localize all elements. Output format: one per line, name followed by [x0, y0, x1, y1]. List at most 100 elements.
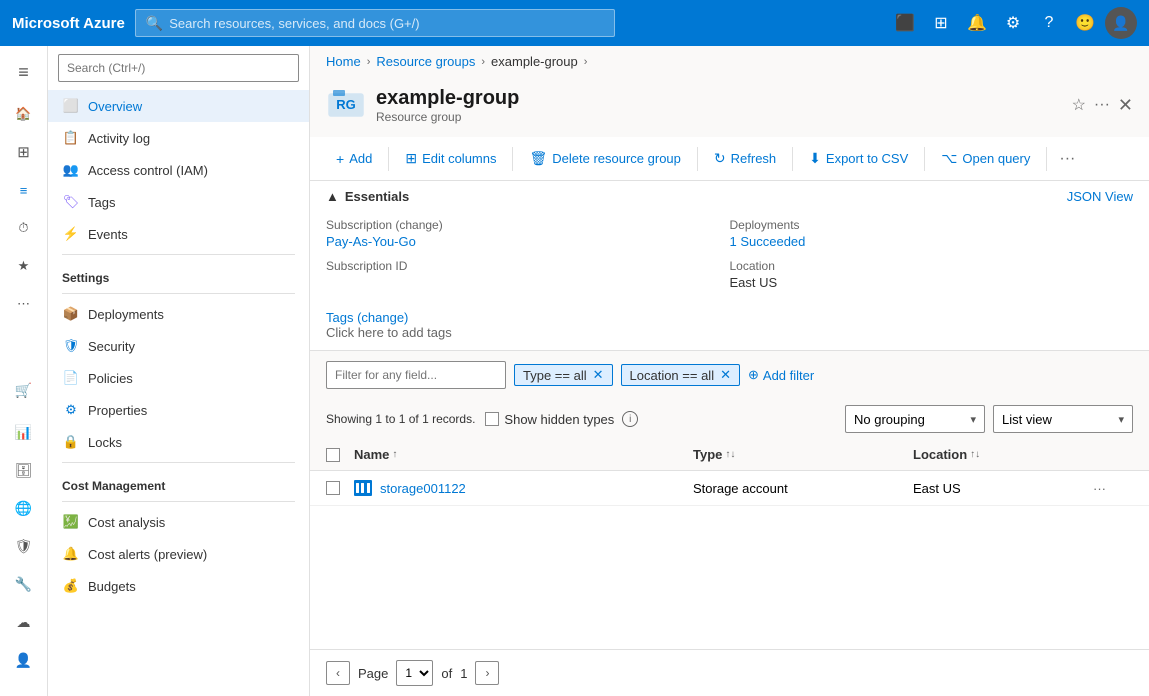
feedback-icon[interactable]: 🙂 — [1069, 7, 1101, 39]
toolbar-more-button[interactable]: ··· — [1053, 146, 1081, 172]
directory-icon[interactable]: ⊞ — [925, 7, 957, 39]
page-subtitle: Resource group — [376, 110, 1062, 124]
nav-item-activity-log[interactable]: 📋 Activity log — [48, 122, 309, 154]
cloud-shell-icon[interactable]: ⬛ — [889, 7, 921, 39]
location-label: Location — [730, 259, 1126, 273]
nav-item-cost-alerts[interactable]: 🔔 Cost alerts (preview) — [48, 538, 309, 570]
type-filter-label: Type == all — [523, 368, 587, 383]
resource-name-1[interactable]: storage001122 — [354, 479, 693, 497]
next-page-button[interactable]: › — [475, 661, 499, 685]
cost-alerts-icon: 🔔 — [62, 545, 80, 563]
pin-icon[interactable]: ☆ — [1072, 95, 1086, 115]
notifications-icon[interactable]: 🔔 — [961, 7, 993, 39]
type-filter-close[interactable]: ✕ — [593, 367, 604, 383]
subscription-value[interactable]: Pay-As-You-Go — [326, 234, 722, 249]
sidebar-item-more[interactable]: ⋯ — [4, 286, 44, 322]
subscription-label: Subscription (change) — [326, 218, 722, 232]
sidebar-item-sql[interactable]: 🗄 — [4, 452, 44, 488]
content-area: Home › Resource groups › example-group ›… — [310, 46, 1149, 696]
breadcrumb-current[interactable]: example-group — [491, 54, 578, 69]
nav-item-cost-analysis[interactable]: 💹 Cost analysis — [48, 506, 309, 538]
nav-divider-2 — [62, 293, 295, 294]
nav-item-deployments[interactable]: 📦 Deployments — [48, 298, 309, 330]
settings-icon[interactable]: ⚙ — [997, 7, 1029, 39]
view-dropdown[interactable]: List view ▾ — [993, 405, 1133, 433]
name-column-header[interactable]: Name ↑ — [354, 447, 693, 462]
nav-search[interactable] — [58, 54, 299, 82]
icon-sidebar: ≡ 🏠 ⊞ ≡ ⏱ ★ ⋯ 🛒 📊 🗄 🌐 — [0, 46, 48, 696]
show-hidden-checkbox[interactable] — [485, 412, 499, 426]
resource-type-1: Storage account — [693, 481, 913, 496]
breadcrumb-home[interactable]: Home — [326, 54, 361, 69]
add-button[interactable]: + Add — [326, 146, 382, 172]
json-view-link[interactable]: JSON View — [1067, 189, 1133, 204]
nav-search-input[interactable] — [58, 54, 299, 82]
location-filter-close[interactable]: ✕ — [720, 367, 731, 383]
storage-account-icon — [354, 479, 372, 497]
locks-icon: 🔒 — [62, 433, 80, 451]
breadcrumb: Home › Resource groups › example-group › — [310, 46, 1149, 77]
sidebar-item-recent[interactable]: ⏱ — [4, 210, 44, 246]
toolbar: + Add ⊞ Edit columns 🗑 Delete resource g… — [310, 137, 1149, 181]
edit-columns-button[interactable]: ⊞ Edit columns — [395, 145, 506, 172]
search-bar[interactable]: 🔍 — [135, 9, 615, 37]
header-checkbox[interactable] — [326, 448, 340, 462]
nav-item-events[interactable]: ⚡ Events — [48, 218, 309, 250]
sidebar-expand-btn[interactable]: ≡ — [4, 54, 44, 90]
page-select[interactable]: 1 — [396, 660, 433, 686]
refresh-button[interactable]: ↻ Refresh — [704, 145, 786, 172]
nav-sidebar: ⬜ Overview 📋 Activity log 👥 Access contr… — [48, 46, 310, 696]
delete-resource-group-button[interactable]: 🗑 Delete resource group — [519, 145, 690, 172]
sidebar-item-bottom1[interactable]: ☁ — [4, 604, 44, 640]
location-column-header[interactable]: Location ↑↓ — [913, 447, 1093, 462]
essentials-subscription-id: Subscription ID — [326, 253, 730, 294]
nav-item-properties[interactable]: ⚙ Properties — [48, 394, 309, 426]
nav-item-iam[interactable]: 👥 Access control (IAM) — [48, 154, 309, 186]
sidebar-item-resources[interactable]: ≡ — [4, 172, 44, 208]
nav-divider-3 — [62, 462, 295, 463]
user-avatar[interactable]: 👤 — [1105, 7, 1137, 39]
sidebar-item-devops[interactable]: 🔧 — [4, 566, 44, 602]
grouping-chevron-icon: ▾ — [970, 413, 976, 426]
sidebar-item-marketplace[interactable]: 🛒 — [4, 372, 44, 408]
breadcrumb-resource-groups[interactable]: Resource groups — [376, 54, 475, 69]
deployments-label: Deployments — [730, 218, 1126, 232]
nav-item-budgets[interactable]: 💰 Budgets — [48, 570, 309, 602]
export-icon: ⬇ — [809, 150, 821, 167]
nav-item-locks[interactable]: 🔒 Locks — [48, 426, 309, 458]
of-label: of — [441, 666, 452, 681]
close-icon[interactable]: ✕ — [1118, 96, 1133, 114]
add-tags-link[interactable]: Click here to add tags — [326, 325, 452, 340]
nav-item-overview[interactable]: ⬜ Overview — [48, 90, 309, 122]
row-more-button-1[interactable]: ··· — [1093, 481, 1133, 496]
grouping-dropdown[interactable]: No grouping ▾ — [845, 405, 985, 433]
page-header: RG example-group Resource group ☆ ··· ✕ — [310, 77, 1149, 137]
export-csv-button[interactable]: ⬇ Export to CSV — [799, 145, 918, 172]
search-input[interactable] — [169, 16, 604, 31]
deployments-value[interactable]: 1 Succeeded — [730, 234, 1126, 249]
sidebar-item-dashboard[interactable]: ⊞ — [4, 134, 44, 170]
location-sort-icon: ↑↓ — [970, 449, 980, 460]
sidebar-item-security2[interactable]: 🛡 — [4, 528, 44, 564]
nav-item-policies[interactable]: 📄 Policies — [48, 362, 309, 394]
sidebar-item-favorites[interactable]: ★ — [4, 248, 44, 284]
header-more-icon[interactable]: ··· — [1094, 96, 1110, 114]
essentials-header[interactable]: ▲ Essentials JSON View — [310, 181, 1149, 212]
type-column-header[interactable]: Type ↑↓ — [693, 447, 913, 462]
nav-item-security[interactable]: 🛡 Security — [48, 330, 309, 362]
nav-item-tags[interactable]: 🏷 Tags — [48, 186, 309, 218]
sidebar-item-network[interactable]: 🌐 — [4, 490, 44, 526]
row-checkbox-1[interactable] — [326, 481, 340, 495]
sidebar-item-home[interactable]: 🏠 — [4, 96, 44, 132]
sidebar-item-user[interactable]: 👤 — [4, 642, 44, 678]
filter-input[interactable] — [326, 361, 506, 389]
help-icon[interactable]: ? — [1033, 7, 1065, 39]
delete-icon: 🗑 — [529, 150, 547, 167]
essentials-subscription: Subscription (change) Pay-As-You-Go — [326, 212, 730, 253]
add-filter-button[interactable]: ⊕ Add filter — [748, 367, 814, 383]
open-query-button[interactable]: ⌥ Open query — [931, 145, 1040, 172]
show-hidden-types[interactable]: Show hidden types i — [485, 411, 638, 427]
sidebar-item-monitor[interactable]: 📊 — [4, 414, 44, 450]
prev-page-button[interactable]: ‹ — [326, 661, 350, 685]
info-icon[interactable]: i — [622, 411, 638, 427]
